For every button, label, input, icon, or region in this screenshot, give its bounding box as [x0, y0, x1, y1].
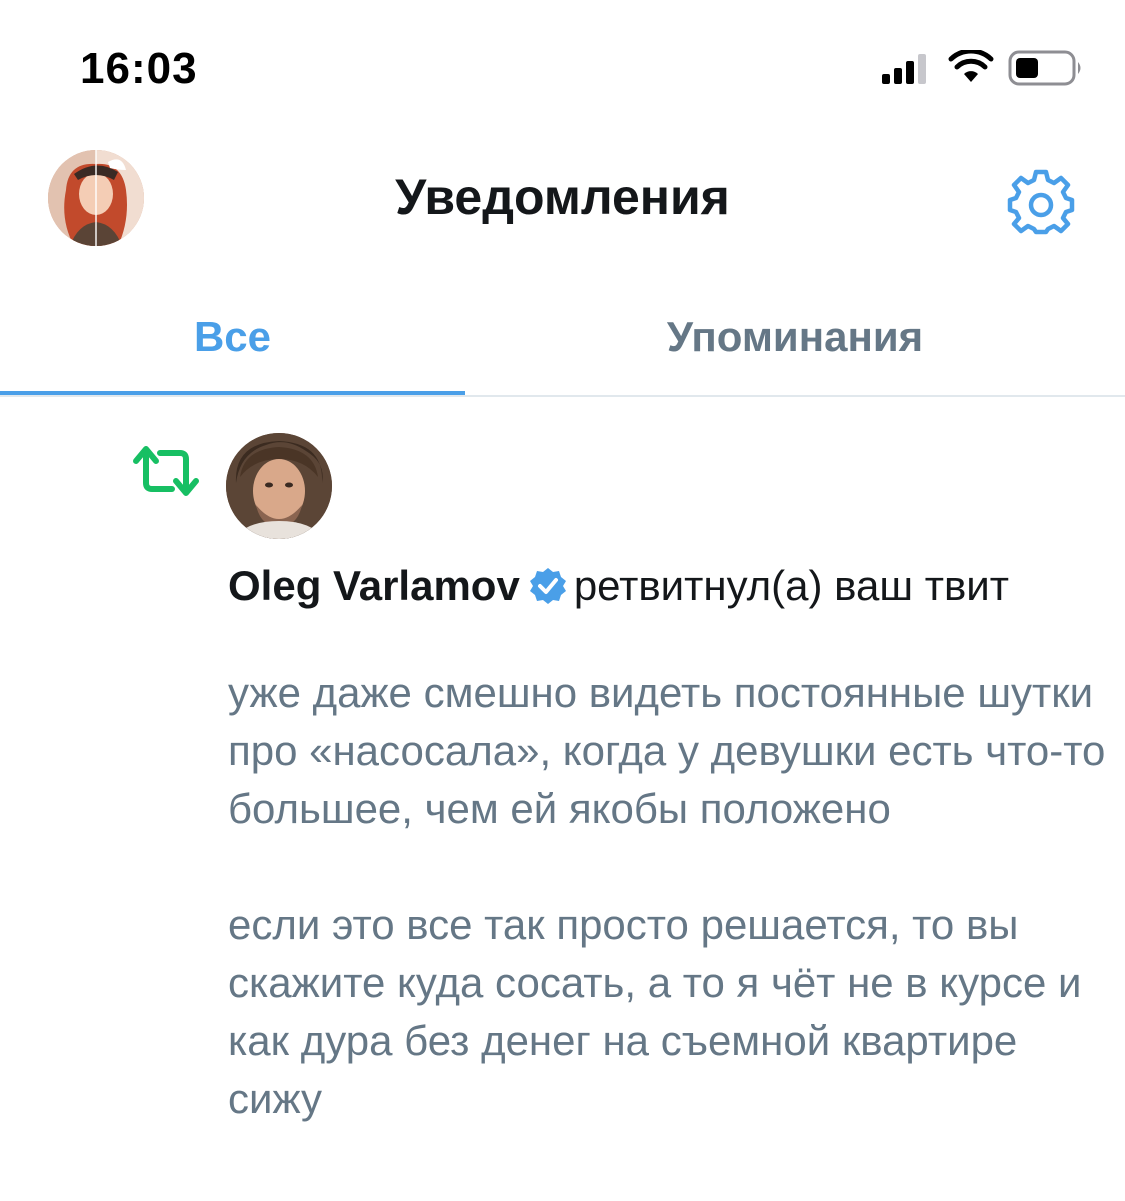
actor-avatar[interactable]	[226, 433, 332, 539]
actor-name[interactable]: Oleg Varlamov	[228, 562, 520, 609]
settings-button[interactable]	[1006, 166, 1076, 236]
notification-action-text: ретвитнул(а) ваш твит	[573, 562, 1009, 609]
status-bar: 16:03	[0, 0, 1125, 120]
tweet-paragraph: если это все так просто решается, то вы …	[228, 901, 1082, 1122]
battery-icon	[1008, 50, 1081, 86]
retweet-icon	[133, 446, 199, 496]
wifi-icon	[948, 50, 994, 82]
actor-photo	[226, 433, 332, 539]
cellular-signal-icon	[882, 54, 926, 84]
tweet-text: уже даже смешно видеть постоянные шутки …	[228, 664, 1108, 1128]
gear-icon	[1007, 169, 1075, 235]
tweet-paragraph: уже даже смешно видеть постоянные шутки …	[228, 669, 1106, 832]
tab-bar: Все Упоминания	[0, 280, 1125, 397]
notification-item[interactable]: Oleg Varlamov ретвитнул(а) ваш твит уже …	[0, 398, 1125, 1201]
nav-header: Уведомления	[0, 120, 1125, 280]
notification-header: Oleg Varlamov ретвитнул(а) ваш твит	[228, 558, 1088, 614]
notifications-screen: 16:03 Уведомления Все Упоминания Oleg Va…	[0, 0, 1125, 1201]
page-title: Уведомления	[395, 169, 730, 225]
status-time: 16:03	[80, 44, 198, 93]
verified-badge-icon	[529, 568, 566, 604]
tab-all[interactable]: Все	[0, 280, 465, 393]
tabs-divider	[0, 395, 1125, 397]
tab-mentions[interactable]: Упоминания	[465, 280, 1125, 393]
